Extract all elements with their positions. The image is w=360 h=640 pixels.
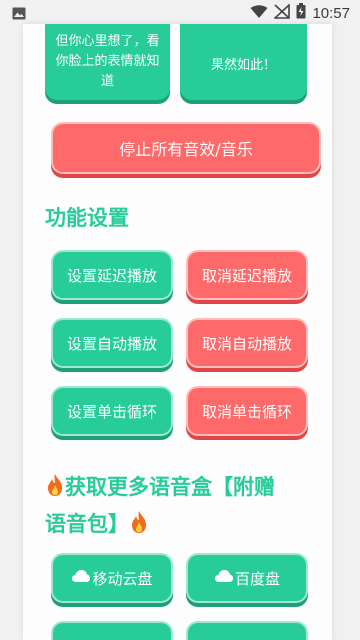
fire-icon [45, 473, 65, 507]
cancel-delay-play-label: 取消延迟播放 [201, 266, 292, 285]
set-auto-play-label: 设置自动播放 [66, 334, 157, 353]
more-title-line1: 获取更多语音盒【附赠 [65, 475, 275, 499]
fire-icon [129, 510, 149, 544]
partial-button-left[interactable] [51, 621, 173, 640]
cloud-icon [214, 569, 234, 587]
set-delay-play-button[interactable]: 设置延迟播放 [51, 250, 173, 300]
stop-all-label: 停止所有音效/音乐 [119, 140, 253, 159]
mobile-cloud-button[interactable]: 移动云盘 [51, 553, 173, 603]
cancel-delay-play-button[interactable]: 取消延迟播放 [186, 250, 308, 300]
sound-button-2[interactable]: 果然如此！ [180, 24, 307, 100]
more-title-line2: 语音包】 [45, 512, 129, 536]
set-auto-play-button[interactable]: 设置自动播放 [51, 318, 173, 368]
cancel-auto-play-label: 取消自动播放 [201, 334, 292, 353]
cancel-click-loop-label: 取消单击循环 [201, 402, 292, 421]
mobile-cloud-label: 移动云盘 [92, 569, 153, 588]
wifi-icon [250, 4, 268, 23]
partial-button-right[interactable] [186, 621, 308, 640]
sound-button-1-label: 但你心里想了，看你脸上的表情就知道 [55, 34, 160, 89]
set-click-loop-label: 设置单击循环 [66, 402, 157, 421]
stop-all-button[interactable]: 停止所有音效/音乐 [51, 122, 321, 174]
sound-button-1[interactable]: 但你心里想了，看你脸上的表情就知道 [45, 24, 170, 100]
set-delay-play-label: 设置延迟播放 [66, 266, 157, 285]
settings-title: 功能设置 [45, 206, 129, 230]
battery-icon [296, 3, 306, 23]
cancel-click-loop-button[interactable]: 取消单击循环 [186, 386, 308, 436]
baidu-pan-label: 百度盘 [234, 569, 280, 588]
content-panel: 但你心里想了，看你脸上的表情就知道 果然如此！ 停止所有音效/音乐 功能设置 设… [23, 24, 332, 640]
gallery-notification-icon [12, 5, 26, 24]
status-bar: 10:57 [0, 0, 360, 24]
status-time: 10:57 [312, 4, 350, 22]
signal-off-icon [273, 2, 291, 23]
set-click-loop-button[interactable]: 设置单击循环 [51, 386, 173, 436]
sound-button-2-label: 果然如此！ [210, 58, 276, 73]
more-title: 获取更多语音盒【附赠 语音包】 [45, 470, 315, 544]
cancel-auto-play-button[interactable]: 取消自动播放 [186, 318, 308, 368]
baidu-pan-button[interactable]: 百度盘 [186, 553, 308, 603]
cloud-icon [71, 569, 91, 587]
